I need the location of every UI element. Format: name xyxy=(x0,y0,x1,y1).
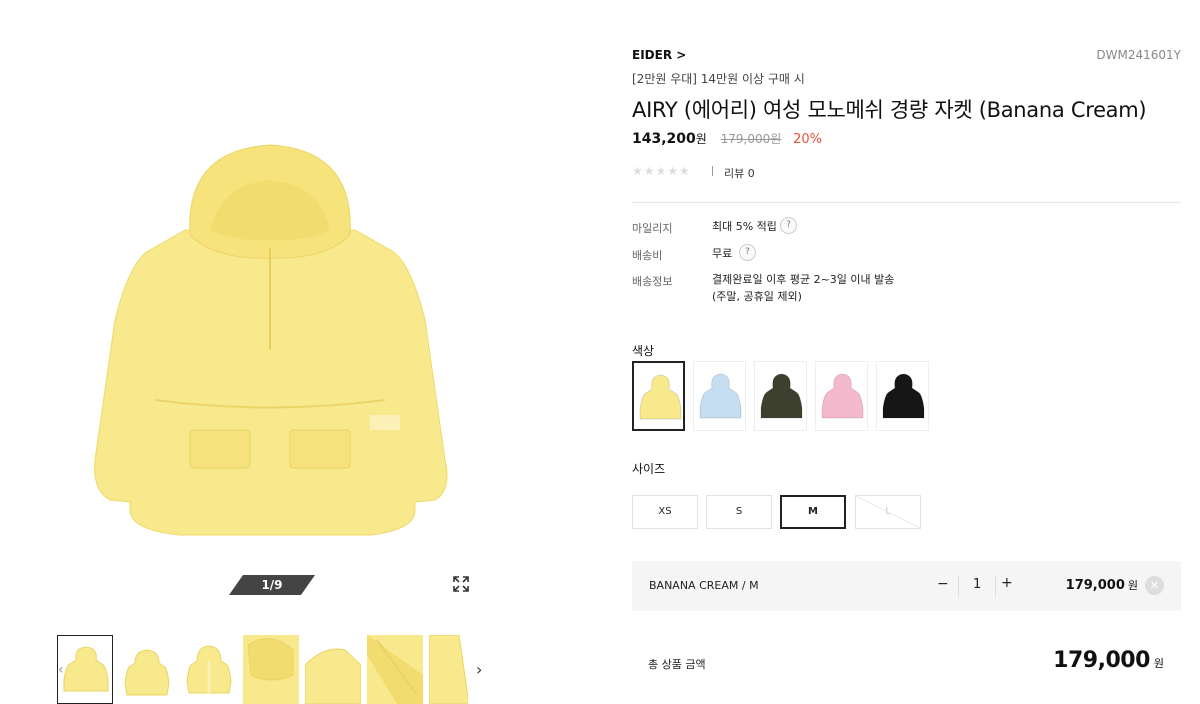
review-divider xyxy=(712,166,713,176)
thumbnail-strip xyxy=(57,635,468,704)
selected-option-price-value: 179,000 xyxy=(1065,578,1125,593)
total-price: 179,000 원 xyxy=(1053,648,1164,673)
thumbnail-prev-arrow[interactable]: ‹ xyxy=(58,662,64,678)
mileage-value: 최대 5% 적립 xyxy=(712,220,777,233)
size-option-s[interactable]: S xyxy=(706,495,772,529)
rating-stars: ★★★★★ xyxy=(632,164,691,178)
quantity-minus-button[interactable]: − xyxy=(937,576,949,592)
color-swatch-black[interactable] xyxy=(876,361,929,431)
product-title: AIRY (에어리) 여성 모노메쉬 경량 자켓 (Banana Cream) xyxy=(632,98,1147,122)
quantity-value[interactable]: 1 xyxy=(973,577,981,592)
total-label: 총 상품 금액 xyxy=(648,658,706,671)
original-price: 179,000원 xyxy=(720,132,782,146)
mileage-label: 마일리지 xyxy=(632,222,673,235)
thumbnail-1[interactable] xyxy=(57,635,113,704)
thumbnail-2[interactable] xyxy=(119,635,175,704)
quantity-divider xyxy=(995,575,996,597)
remove-option-button[interactable]: ✕ xyxy=(1145,576,1164,595)
quantity-divider xyxy=(958,575,959,597)
thumbnail-next-arrow[interactable]: › xyxy=(476,660,482,679)
quantity-plus-button[interactable]: + xyxy=(1001,575,1013,591)
size-option-xs[interactable]: XS xyxy=(632,495,698,529)
sale-price-unit: 원 xyxy=(695,132,707,146)
thumbnail-3[interactable] xyxy=(181,635,237,704)
shipping-fee-value: 무료 xyxy=(712,247,733,260)
image-counter: 1/9 xyxy=(229,575,315,595)
size-option-m[interactable]: M xyxy=(780,495,846,529)
promo-text: [2만원 우대] 14만원 이상 구매 시 xyxy=(632,72,805,86)
product-code: DWM241601Y xyxy=(1096,48,1181,62)
thumbnail-5[interactable] xyxy=(305,635,361,704)
selected-option-price: 179,000 원 xyxy=(1066,577,1138,593)
shipping-info-line-1: 결제완료일 이후 평균 2~3일 이내 발송 xyxy=(712,273,895,286)
sale-price: 143,200 xyxy=(632,131,696,147)
price-row: 143,200원 179,000원 20% xyxy=(632,130,822,147)
shipping-fee-label: 배송비 xyxy=(632,249,663,262)
color-swatch-sky-blue[interactable] xyxy=(693,361,746,431)
mileage-help-icon[interactable]: ? xyxy=(780,217,797,234)
shipping-info-label: 배송정보 xyxy=(632,275,673,288)
size-option-l: L xyxy=(855,495,921,529)
selected-option-price-unit: 원 xyxy=(1127,579,1138,592)
thumbnail-6[interactable] xyxy=(367,635,423,704)
main-product-image xyxy=(70,130,470,550)
total-price-unit: 원 xyxy=(1153,657,1164,670)
thumbnail-7[interactable] xyxy=(429,635,468,704)
color-label: 색상 xyxy=(632,344,655,358)
review-count-link[interactable]: 리뷰 0 xyxy=(724,165,755,181)
color-swatch-banana-cream[interactable] xyxy=(632,361,685,431)
color-swatch-pink[interactable] xyxy=(815,361,868,431)
shipping-info-value: 결제완료일 이후 평균 2~3일 이내 발송 (주말, 공휴일 제외) xyxy=(712,271,894,305)
selected-option-row: BANANA CREAM / M − 1 + 179,000 원 ✕ xyxy=(632,561,1181,611)
total-price-value: 179,000 xyxy=(1053,648,1150,673)
shipping-info-line-2: (주말, 공휴일 제외) xyxy=(712,290,802,303)
brand-link[interactable]: EIDER > xyxy=(632,48,686,62)
discount-rate: 20% xyxy=(793,132,823,147)
color-swatch-khaki[interactable] xyxy=(754,361,807,431)
shipping-fee-help-icon[interactable]: ? xyxy=(739,244,756,261)
thumbnail-4[interactable] xyxy=(243,635,299,704)
size-label: 사이즈 xyxy=(632,462,666,476)
selected-option-name: BANANA CREAM / M xyxy=(649,579,759,592)
expand-icon[interactable] xyxy=(452,575,470,593)
section-divider xyxy=(632,202,1181,203)
